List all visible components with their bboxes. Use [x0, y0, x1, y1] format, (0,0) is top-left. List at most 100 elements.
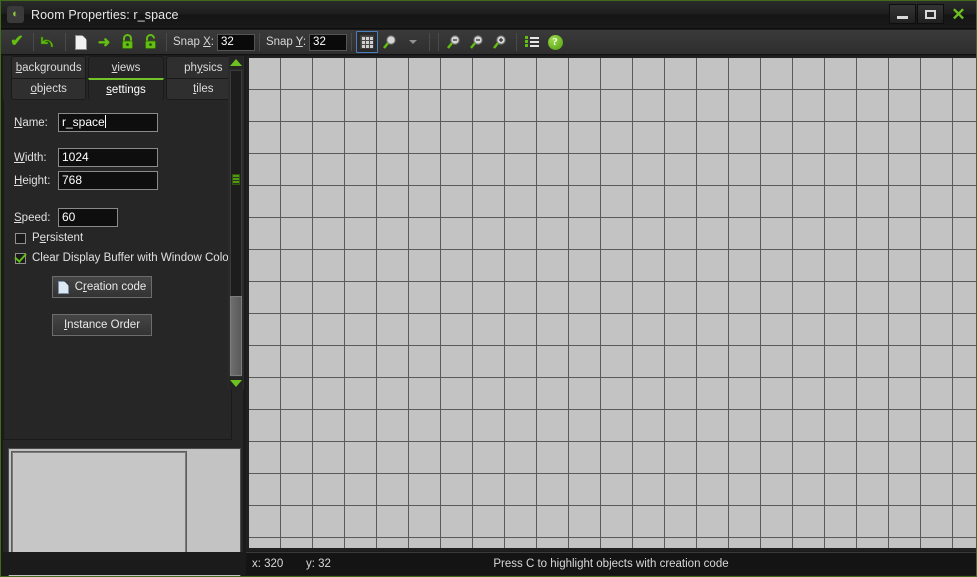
- snap-y-input[interactable]: [309, 33, 348, 51]
- width-input[interactable]: 1024: [58, 148, 158, 167]
- tab-backgrounds-label: backgrounds: [15, 61, 82, 74]
- zoom-out-icon: [447, 35, 460, 49]
- settings-pane: Name: r_space Width: 1024 Height: 768 Sp…: [3, 100, 239, 440]
- room-icon: ◐: [7, 6, 24, 23]
- snap-y-label: Snap Y:: [265, 36, 307, 48]
- name-label: Name:: [14, 116, 48, 129]
- magnifier-icon: [383, 35, 396, 49]
- maximize-button[interactable]: [917, 4, 944, 24]
- tab-views[interactable]: views: [88, 56, 164, 78]
- minimize-icon: [897, 15, 908, 19]
- name-input[interactable]: r_space: [58, 113, 158, 132]
- snap-x-label: Snap X:: [173, 36, 214, 48]
- clear-buffer-label: Clear Display Buffer with Window Colour: [32, 252, 239, 264]
- room-grid[interactable]: [249, 58, 976, 548]
- toolbar-separator: [429, 33, 431, 51]
- grid-zoom-button[interactable]: [379, 31, 401, 53]
- speed-input-value: 60: [62, 210, 76, 224]
- zoom-reset-button[interactable]: [466, 31, 488, 53]
- speed-row: Speed: 60: [14, 208, 118, 227]
- toolbar-separator: [516, 33, 518, 51]
- toolbar-separator: [166, 33, 167, 51]
- scrollbar-thumb[interactable]: [230, 296, 242, 376]
- shift-button[interactable]: ➜: [93, 31, 115, 53]
- window-title: Room Properties: r_space: [31, 7, 179, 22]
- clear-room-button[interactable]: [70, 31, 92, 53]
- status-bar-left: [3, 552, 244, 575]
- width-row: Width: 1024: [14, 148, 158, 167]
- height-input-value: 768: [62, 173, 83, 187]
- instance-order-button[interactable]: Instance Order: [52, 314, 152, 336]
- width-label: Width:: [14, 151, 47, 164]
- unlock-button[interactable]: [139, 31, 161, 53]
- toolbar-separator: [65, 33, 66, 51]
- scrollbar-marker: [232, 174, 240, 185]
- persistent-label: Persistent: [32, 232, 84, 244]
- toolbar-separator: [258, 33, 260, 51]
- creation-code-label: Creation code: [74, 281, 147, 293]
- new-page-icon: [75, 34, 87, 50]
- tab-views-label: views: [111, 61, 141, 74]
- toolbar-separator: [438, 33, 440, 51]
- properties-panel: backgrounds views physics objects settin…: [3, 56, 243, 576]
- lock-button[interactable]: [116, 31, 138, 53]
- object-list-button[interactable]: [521, 31, 543, 53]
- undo-button[interactable]: [38, 31, 60, 53]
- lock-closed-icon: [121, 34, 133, 49]
- toolbar-separator: [351, 33, 353, 51]
- height-input[interactable]: 768: [58, 171, 158, 190]
- properties-scrollbar[interactable]: [228, 56, 244, 390]
- ok-button[interactable]: ✔: [6, 31, 28, 53]
- persistent-checkbox[interactable]: [15, 232, 26, 244]
- speed-input[interactable]: 60: [58, 208, 118, 227]
- name-row: Name: r_space: [14, 113, 158, 132]
- chevron-down-icon: [409, 40, 418, 44]
- check-icon: ✔: [10, 33, 24, 50]
- close-button[interactable]: ✕: [945, 4, 972, 24]
- tab-objects[interactable]: objects: [11, 78, 87, 100]
- tab-physics-label: physics: [184, 61, 223, 74]
- arrow-right-icon: ➜: [97, 33, 111, 51]
- tab-tiles-label: tiles: [193, 83, 214, 95]
- help-icon: ?: [547, 34, 563, 50]
- width-input-value: 1024: [62, 150, 89, 164]
- tab-objects-label: objects: [30, 83, 67, 95]
- maximize-icon: [925, 9, 936, 19]
- status-hint: Press C to highlight objects with creati…: [493, 558, 729, 570]
- room-canvas[interactable]: [246, 56, 976, 551]
- minimize-button[interactable]: [889, 4, 916, 24]
- persistent-checkbox-row[interactable]: Persistent: [15, 232, 83, 244]
- tab-settings-label: settings: [106, 84, 146, 96]
- grid-icon: [360, 35, 375, 49]
- zoom-in-icon: [493, 35, 506, 49]
- close-icon: ✕: [951, 4, 966, 24]
- instance-order-label: Instance Order: [63, 319, 141, 331]
- toolbar-separator: [33, 33, 34, 51]
- tab-row-top: backgrounds views physics: [3, 56, 243, 78]
- text-caret: [104, 115, 106, 128]
- status-bar: x: 320 y: 32 Press C to highlight object…: [246, 552, 976, 575]
- object-list-icon: [525, 35, 540, 49]
- clear-buffer-checkbox[interactable]: [15, 252, 26, 264]
- tab-settings[interactable]: settings: [88, 78, 164, 100]
- creation-code-button[interactable]: Creation code: [52, 276, 152, 298]
- window-controls: ✕: [889, 4, 972, 24]
- zoom-in-button[interactable]: [489, 31, 511, 53]
- speed-label: Speed:: [14, 211, 51, 224]
- help-button[interactable]: ?: [544, 31, 566, 53]
- name-input-value: r_space: [62, 115, 105, 129]
- tab-backgrounds[interactable]: backgrounds: [11, 56, 87, 78]
- snap-x-input[interactable]: [216, 33, 255, 51]
- scroll-down-button[interactable]: [229, 377, 243, 390]
- title-bar: ◐ Room Properties: r_space ✕: [1, 1, 976, 29]
- zoom-reset-icon: [470, 35, 483, 49]
- clear-buffer-checkbox-row[interactable]: Clear Display Buffer with Window Colour: [15, 252, 239, 264]
- grid-zoom-dropdown[interactable]: [402, 31, 424, 53]
- document-icon: [57, 280, 69, 294]
- chevron-down-icon: [230, 380, 242, 387]
- zoom-out-button[interactable]: [443, 31, 465, 53]
- toggle-grid-button[interactable]: [356, 31, 379, 53]
- scroll-up-button[interactable]: [229, 56, 243, 69]
- chevron-up-icon: [230, 59, 242, 66]
- room-properties-window: ◐ Room Properties: r_space ✕ ✔ ➜ Snap X:…: [0, 0, 977, 577]
